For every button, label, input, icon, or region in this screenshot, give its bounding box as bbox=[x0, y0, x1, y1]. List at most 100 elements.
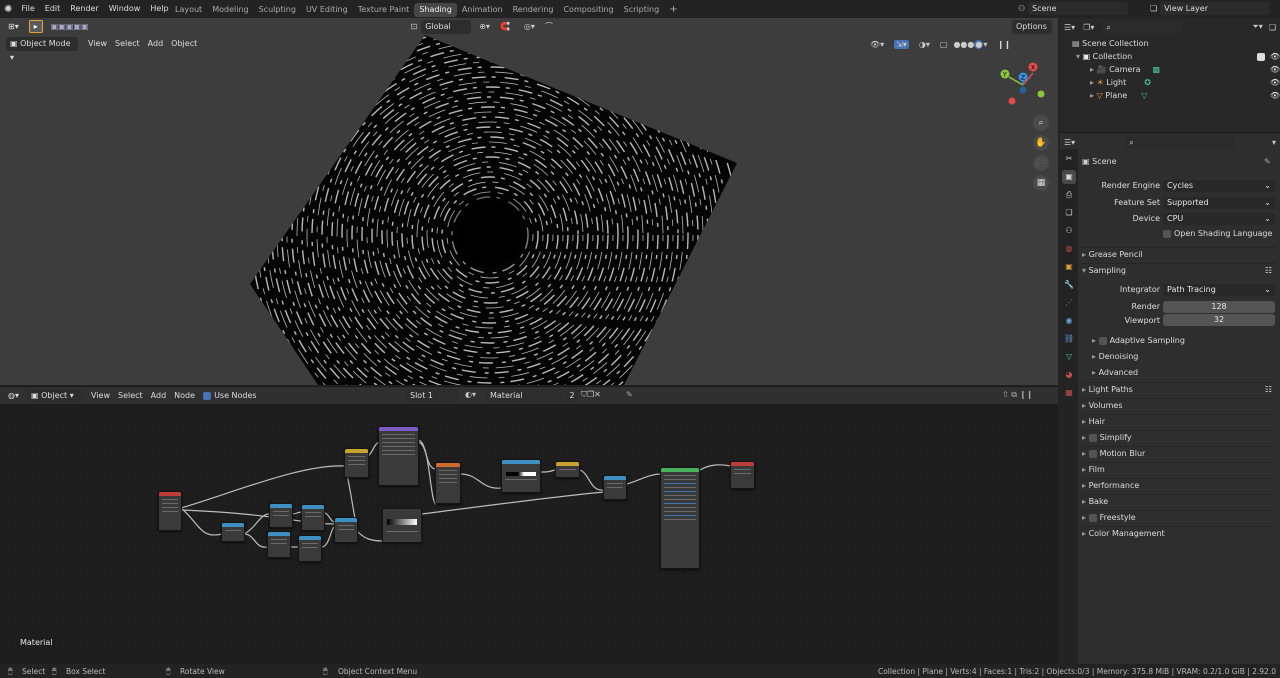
node-color-ramp-b[interactable] bbox=[501, 459, 541, 493]
scene-icon[interactable]: ⚇ bbox=[1018, 4, 1025, 13]
proportional-edit-icon[interactable]: ◎▾ bbox=[524, 22, 535, 31]
section-freestyle[interactable]: ▸ Freestyle bbox=[1082, 510, 1276, 524]
particles-tab-icon[interactable]: ⋰ bbox=[1062, 296, 1076, 310]
properties-editor-icon[interactable]: ☰▾ bbox=[1064, 138, 1075, 147]
pin-context-icon[interactable]: ✎ bbox=[1264, 157, 1271, 166]
transform-orientation-dropdown[interactable]: Global bbox=[421, 19, 472, 34]
render-tab-icon[interactable]: ▣ bbox=[1062, 170, 1076, 184]
outliner-display-mode-icon[interactable]: ❐▾ bbox=[1083, 23, 1094, 32]
section-motion-blur[interactable]: ▸ Motion Blur bbox=[1082, 446, 1276, 460]
node-menu-view[interactable]: View bbox=[87, 389, 114, 403]
node-converter-b[interactable] bbox=[555, 461, 580, 478]
tab-shading[interactable]: Shading bbox=[414, 3, 457, 17]
ortho-grid-icon[interactable]: ▦ bbox=[1033, 175, 1049, 191]
menu-render[interactable]: Render bbox=[65, 0, 103, 18]
pan-hand-icon[interactable]: ✋ bbox=[1033, 135, 1049, 151]
subsection-denoising[interactable]: ▸ Denoising bbox=[1092, 350, 1138, 364]
subsection-adaptive-sampling[interactable]: ▸ Adaptive Sampling bbox=[1092, 334, 1185, 348]
node-material-output[interactable] bbox=[730, 461, 755, 489]
light-data-icon[interactable]: ✪ bbox=[1144, 78, 1151, 87]
view-layer-selector[interactable]: View Layer bbox=[1160, 2, 1271, 15]
node-noise-texture[interactable] bbox=[435, 462, 461, 504]
outliner-collection[interactable]: ▾ ▣ Collection 👁 bbox=[1076, 50, 1280, 63]
node-editor-type-icon[interactable]: ◍▾ bbox=[8, 391, 19, 400]
options-dropdown[interactable]: Options bbox=[1012, 20, 1052, 34]
freestyle-checkbox[interactable] bbox=[1088, 513, 1097, 522]
material-name-field[interactable]: Material bbox=[486, 389, 564, 403]
tab-layout[interactable]: Layout bbox=[170, 3, 207, 17]
use-nodes-checkbox[interactable] bbox=[203, 391, 214, 400]
shader-type-dropdown[interactable]: ▣ Object ▾ bbox=[27, 388, 83, 403]
tab-modeling[interactable]: Modeling bbox=[207, 3, 253, 17]
select-mode-icons[interactable]: ▣▣▣▣▣ bbox=[51, 22, 89, 31]
material-tab-icon[interactable]: ◕ bbox=[1062, 368, 1076, 382]
section-sampling[interactable]: ▾ Sampling ☷ bbox=[1082, 263, 1276, 277]
node-menu-select[interactable]: Select bbox=[114, 389, 147, 403]
node-menu-add[interactable]: Add bbox=[147, 389, 171, 403]
osl-checkbox[interactable] bbox=[1163, 229, 1171, 238]
tool-tab-icon[interactable]: ✂ bbox=[1062, 152, 1076, 166]
node-texture-coordinate[interactable] bbox=[158, 491, 182, 531]
material-user-count[interactable]: 2 bbox=[566, 389, 578, 403]
menu-edit[interactable]: Edit bbox=[40, 0, 66, 18]
navigation-gizmo[interactable]: X Y Z bbox=[995, 59, 1050, 114]
node-vector-d[interactable] bbox=[267, 531, 291, 558]
viewport-samples-field[interactable]: 32 bbox=[1163, 314, 1275, 326]
modifier-tab-icon[interactable]: 🔧 bbox=[1062, 278, 1076, 292]
outliner-scene-collection[interactable]: ▤ Scene Collection bbox=[1072, 37, 1149, 50]
node-group-large[interactable] bbox=[378, 426, 419, 486]
physics-tab-icon[interactable]: ◉ bbox=[1062, 314, 1076, 328]
blender-logo-icon[interactable]: ✺ bbox=[4, 4, 12, 15]
tab-compositing[interactable]: Compositing bbox=[558, 3, 618, 17]
outliner-search-input[interactable]: ⌕ bbox=[1102, 20, 1183, 34]
output-tab-icon[interactable]: ⎙ bbox=[1062, 188, 1076, 202]
menu-window[interactable]: Window bbox=[104, 0, 146, 18]
transform-orientation-icon[interactable]: ⊡ bbox=[411, 22, 418, 31]
world-tab-icon[interactable]: ◍ bbox=[1062, 242, 1076, 256]
subsection-advanced[interactable]: ▸ Advanced bbox=[1092, 366, 1138, 380]
tab-texture-paint[interactable]: Texture Paint bbox=[353, 3, 415, 17]
motion-blur-checkbox[interactable] bbox=[1088, 449, 1097, 458]
outliner-item-light[interactable]: ▸ ☀ Light ✪ 👁 bbox=[1090, 76, 1280, 89]
camera-view-icon[interactable]: 🎥 bbox=[1033, 155, 1049, 171]
menu-file[interactable]: File bbox=[16, 0, 39, 18]
outliner-editor-icon[interactable]: ☰▾ bbox=[1064, 23, 1075, 32]
osl-checkbox-row[interactable]: Open Shading Language bbox=[1163, 227, 1272, 241]
outliner-filter-icon[interactable]: ⏷▾ bbox=[1252, 22, 1262, 32]
section-film[interactable]: ▸ Film bbox=[1082, 462, 1276, 476]
pivot-icon[interactable]: ⊕▾ bbox=[479, 22, 490, 31]
device-dropdown[interactable]: CPU ⌄ bbox=[1163, 213, 1275, 225]
properties-options-icon[interactable]: ▾ bbox=[1272, 138, 1276, 147]
editor-type-icon[interactable]: ⊞▾ bbox=[8, 22, 19, 31]
integrator-dropdown[interactable]: Path Tracing ⌄ bbox=[1163, 284, 1275, 296]
collection-eye-icon[interactable]: 👁 bbox=[1270, 50, 1280, 63]
view-layer-tab-icon[interactable]: ❏ bbox=[1062, 206, 1076, 220]
section-light-paths[interactable]: ▸ Light Paths ☷ bbox=[1082, 382, 1276, 396]
node-color-ramp-a[interactable] bbox=[382, 508, 422, 543]
render-engine-dropdown[interactable]: Cycles ⌄ bbox=[1163, 180, 1275, 192]
collection-checkbox[interactable] bbox=[1257, 50, 1268, 63]
tab-scripting[interactable]: Scripting bbox=[619, 3, 665, 17]
section-performance[interactable]: ▸ Performance bbox=[1082, 478, 1276, 492]
outliner-item-plane[interactable]: ▸ ▽ Plane ▽ 👁 bbox=[1090, 89, 1280, 102]
node-math[interactable] bbox=[334, 517, 358, 543]
feature-set-dropdown[interactable]: Supported ⌄ bbox=[1163, 197, 1275, 209]
add-workspace-icon[interactable]: + bbox=[664, 3, 682, 17]
scene-tab-icon[interactable]: ⚇ bbox=[1062, 224, 1076, 238]
pin-icon[interactable]: ✎ bbox=[626, 390, 633, 399]
zoom-icon[interactable]: ⌕ bbox=[1033, 115, 1049, 131]
material-browse-icon[interactable]: ◐▾ bbox=[465, 390, 476, 399]
tab-animation[interactable]: Animation bbox=[457, 3, 508, 17]
outliner-item-camera[interactable]: ▸ 🎥 Camera ▩ 👁 bbox=[1090, 63, 1280, 76]
node-vector-a[interactable] bbox=[221, 522, 245, 542]
light-eye-icon[interactable]: 👁 bbox=[1270, 76, 1280, 89]
light-paths-presets-icon[interactable]: ☷ bbox=[1265, 383, 1272, 397]
node-principled-bsdf[interactable] bbox=[660, 467, 700, 569]
camera-data-icon[interactable]: ▩ bbox=[1152, 65, 1160, 74]
plane-mesh-icon[interactable]: ▽ bbox=[1141, 91, 1147, 100]
select-tool-icon[interactable]: ▸ bbox=[28, 20, 43, 33]
object-tab-icon[interactable]: ▣ bbox=[1062, 260, 1076, 274]
section-grease-pencil[interactable]: ▸ Grease Pencil bbox=[1082, 247, 1276, 261]
texture-tab-icon[interactable]: ▦ bbox=[1062, 386, 1076, 400]
node-vector-c[interactable] bbox=[301, 504, 325, 531]
